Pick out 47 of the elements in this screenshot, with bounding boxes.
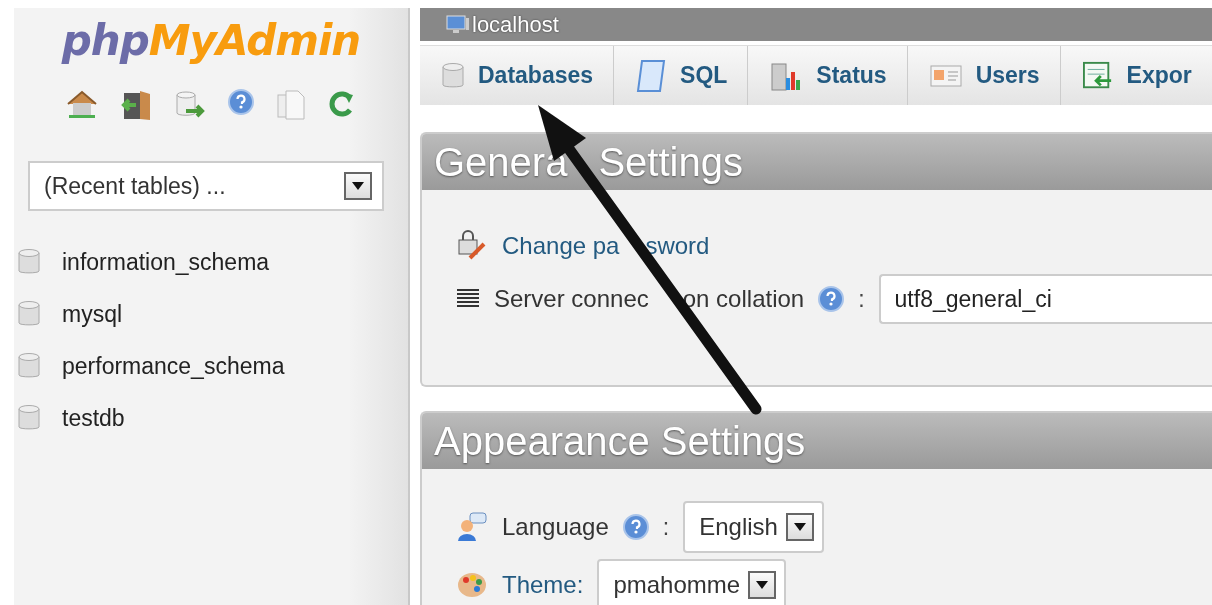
database-link[interactable]: performance_schema bbox=[62, 352, 285, 380]
colon: : bbox=[858, 285, 865, 313]
database-icon bbox=[18, 352, 40, 380]
caret-icon bbox=[793, 523, 806, 531]
collation-label: Server connec bbox=[494, 285, 649, 313]
logo: phpMyAdmin bbox=[61, 16, 361, 65]
database-icon bbox=[18, 300, 40, 328]
home-icon[interactable] bbox=[66, 89, 98, 119]
change-password-link[interactable]: sword bbox=[645, 232, 710, 260]
help-icon bbox=[818, 286, 845, 312]
monitor-icon bbox=[446, 13, 470, 36]
id-card-icon bbox=[929, 64, 962, 87]
exit-door-icon[interactable] bbox=[120, 89, 152, 121]
scroll-icon bbox=[636, 58, 667, 93]
colon: : bbox=[662, 513, 670, 541]
database-link[interactable]: information_schema bbox=[62, 248, 270, 276]
panel-title: Appearance Settings bbox=[434, 418, 806, 464]
language-label: Language bbox=[502, 513, 609, 541]
panel-title: Settings bbox=[598, 139, 743, 185]
theme-dropdown[interactable]: pmahomme bbox=[597, 559, 787, 605]
nav-tab[interactable]: SQL bbox=[614, 46, 749, 105]
person-speech-icon bbox=[456, 511, 488, 543]
nav-tab[interactable]: Databases bbox=[420, 46, 615, 105]
language-dropdown[interactable]: English bbox=[683, 501, 824, 553]
change-password-link[interactable]: Change pa bbox=[502, 232, 620, 260]
reload-icon[interactable] bbox=[328, 89, 356, 119]
collation-input[interactable]: utf8_general_ci bbox=[878, 274, 1212, 324]
caret-icon bbox=[756, 581, 769, 589]
recent-tables-dropdown[interactable]: (Recent tables) ... bbox=[28, 161, 384, 211]
list-icon bbox=[456, 288, 480, 310]
nav-tab[interactable]: Status bbox=[748, 46, 908, 105]
database-icon bbox=[18, 404, 40, 432]
lock-pencil-icon bbox=[456, 230, 488, 262]
palette-icon bbox=[456, 570, 488, 600]
database-icon bbox=[18, 248, 40, 276]
breadcrumb-link[interactable]: localhost bbox=[472, 11, 559, 38]
database-icon bbox=[442, 61, 464, 90]
export-icon bbox=[1082, 60, 1113, 91]
theme-label: Theme: bbox=[502, 571, 584, 599]
caret-icon bbox=[352, 182, 364, 190]
panel-title: Genera bbox=[434, 139, 568, 185]
help-icon bbox=[228, 89, 254, 115]
nav-tab[interactable]: Expor bbox=[1060, 46, 1212, 105]
help-icon bbox=[622, 514, 649, 540]
database-link[interactable]: mysql bbox=[62, 300, 123, 328]
database-link[interactable]: testdb bbox=[62, 404, 125, 432]
nav-tab[interactable]: Users bbox=[907, 46, 1061, 105]
